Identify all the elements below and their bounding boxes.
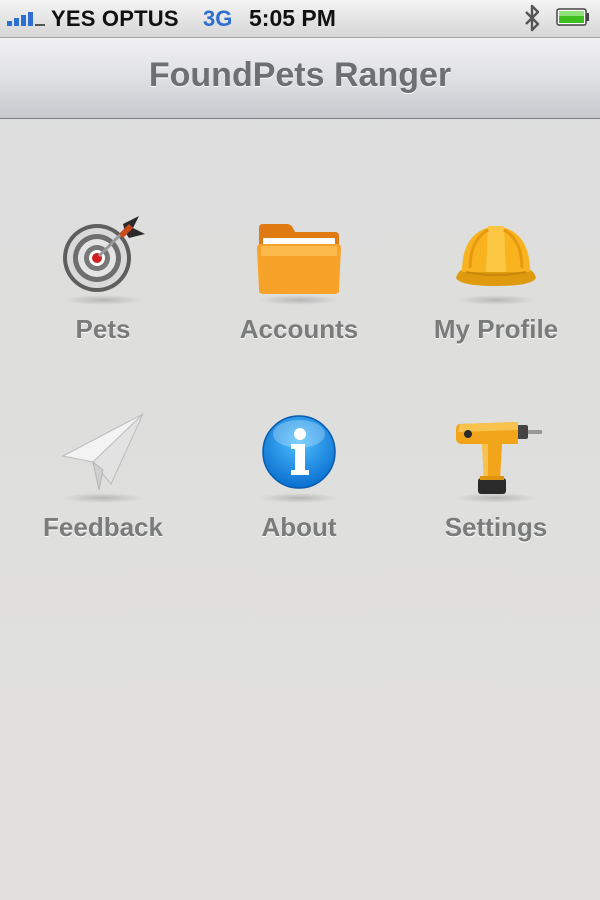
info-icon [262, 415, 336, 489]
status-time: 5:05 PM [249, 5, 336, 31]
battery-icon [556, 8, 589, 26]
menu-item-my-profile[interactable]: My Profile [398, 212, 594, 392]
bluetooth-icon [525, 4, 540, 32]
folder-icon [257, 224, 341, 294]
menu-item-feedback[interactable]: Feedback [5, 410, 201, 590]
page-title: FoundPets Ranger [148, 56, 452, 94]
menu-item-label: Pets [75, 314, 131, 344]
menu-item-label: Accounts [239, 314, 359, 344]
menu-item-settings[interactable]: Settings [398, 410, 594, 590]
dartboard-icon [63, 216, 145, 292]
status-bar: YES OPTUS 3G 5:05 PM [0, 0, 600, 38]
paper-plane-icon [61, 413, 144, 491]
menu-item-label: My Profile [433, 314, 559, 344]
menu-item-pets[interactable]: Pets [5, 212, 201, 392]
navigation-bar: FoundPets Ranger [0, 38, 600, 119]
power-drill-icon [456, 422, 542, 494]
menu-item-label: Feedback [43, 512, 163, 542]
menu-item-about[interactable]: About [201, 410, 397, 590]
hard-hat-icon [456, 226, 536, 286]
signal-bars-icon [7, 10, 47, 26]
menu-item-label: Settings [444, 512, 548, 542]
network-type: 3G [203, 6, 233, 31]
menu-item-label: About [261, 512, 337, 542]
carrier-name: YES OPTUS [51, 6, 179, 31]
menu-item-accounts[interactable]: Accounts [201, 212, 397, 392]
